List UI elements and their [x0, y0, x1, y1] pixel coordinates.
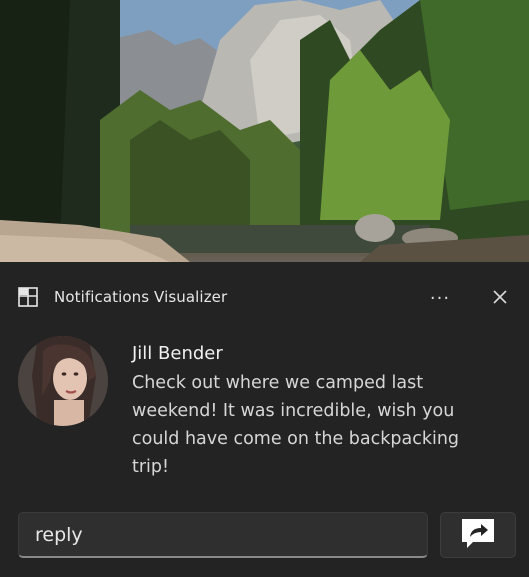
sender-name: Jill Bender [132, 343, 223, 364]
close-button[interactable] [484, 282, 516, 314]
notification-toast: Notifications Visualizer ··· Jill Bender… [0, 262, 529, 577]
hero-image [0, 0, 529, 262]
more-options-icon: ··· [429, 287, 451, 309]
send-reply-button[interactable] [440, 512, 516, 558]
reply-input[interactable]: reply [18, 512, 428, 558]
more-options-button[interactable]: ··· [424, 282, 456, 314]
app-name: Notifications Visualizer [54, 288, 228, 306]
notification-header: Notifications Visualizer [18, 286, 227, 308]
message-body: Check out where we camped last weekend! … [132, 373, 460, 477]
reply-arrow-icon [461, 518, 495, 552]
close-icon [493, 289, 507, 308]
sender-avatar [18, 336, 108, 426]
app-logo-icon [18, 287, 38, 307]
